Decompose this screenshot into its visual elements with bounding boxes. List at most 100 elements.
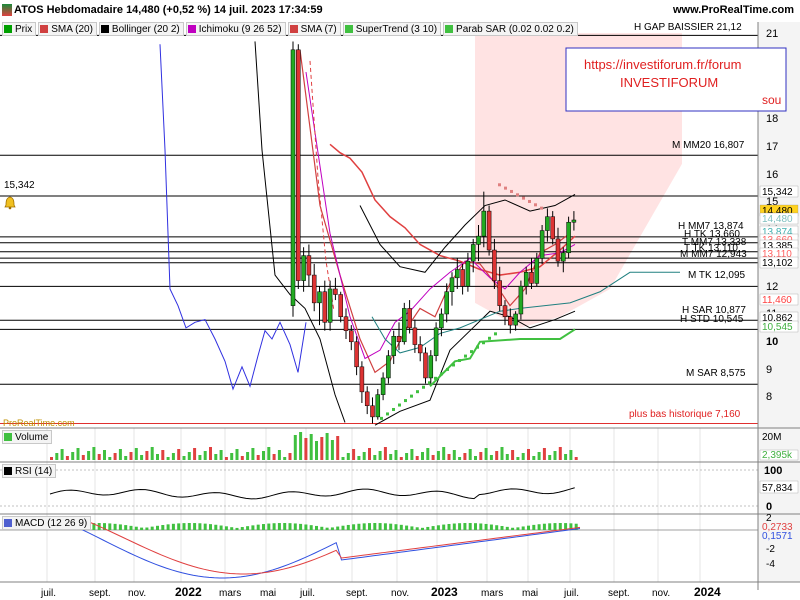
legend-item-supertrend[interactable]: SuperTrend (3 10) — [342, 22, 442, 36]
macd-hist-bar — [203, 523, 207, 530]
time-tick-label: mai — [260, 588, 276, 599]
candle-body — [433, 327, 439, 356]
left-level-label: 15,342 — [4, 180, 35, 191]
volume-tick-label: 2,395k — [762, 450, 793, 461]
sar-dot — [482, 341, 485, 345]
sar-dot — [470, 350, 473, 354]
price-tick-label: 9 — [766, 364, 772, 376]
macd-hist-bar — [500, 526, 504, 530]
candle-body — [508, 316, 513, 326]
macd-hist-bar — [187, 523, 191, 530]
macd-hist-bar — [288, 523, 292, 530]
time-tick-label: 2024 — [694, 585, 721, 599]
volume-bar — [399, 457, 403, 460]
macd-hist-bar — [161, 525, 165, 530]
macd-hist-bar — [426, 526, 430, 530]
volume-bar — [145, 451, 149, 460]
volume-bar — [124, 456, 128, 460]
sar-dot — [516, 193, 519, 197]
volume-bar — [235, 449, 239, 460]
macd-tick-label: 0,1571 — [762, 531, 793, 542]
price-tag-label: 11,460 — [762, 295, 792, 306]
legend-item-prix[interactable]: Prix — [2, 22, 37, 36]
volume-bar — [246, 452, 250, 460]
macd-hist-bar — [277, 523, 281, 530]
legend-item-ichimoku[interactable]: Ichimoku (9 26 52) — [185, 22, 286, 36]
candle-body — [359, 366, 365, 393]
macd-hist-bar — [224, 526, 228, 530]
chart-title: ATOS Hebdomadaire 14,480 (+0,52 %) 14 ju… — [14, 4, 323, 16]
volume-bar — [505, 454, 509, 460]
candle-body — [561, 252, 566, 262]
volume-bar — [352, 449, 356, 460]
macd-hist-bar — [421, 527, 424, 530]
macd-hist-bar — [209, 524, 212, 530]
indicator-legend: Prix SMA (20) Bollinger (20 2) Ichimoku … — [2, 22, 578, 36]
macd-hist-bar — [532, 524, 536, 530]
volume-bar — [262, 451, 265, 460]
volume-bar — [283, 457, 287, 460]
volume-bar — [182, 456, 186, 460]
macd-hist-bar — [484, 523, 488, 530]
legend-item-sma7[interactable]: SMA (7) — [287, 22, 341, 36]
macd-hist-bar — [474, 523, 477, 530]
logo-icon — [2, 4, 12, 16]
volume-bar — [214, 454, 218, 460]
price-tick-label: 18 — [766, 113, 778, 125]
rsi-tick-label: 57,834 — [762, 483, 793, 494]
sar-dot — [494, 332, 497, 336]
volume-bar — [267, 447, 271, 460]
volume-bar — [452, 450, 456, 460]
macd-hist-bar — [336, 526, 340, 530]
legend-swatch — [4, 519, 12, 527]
candle-body — [322, 291, 328, 323]
volume-panel-label[interactable]: Volume — [2, 430, 53, 444]
candle-body — [449, 277, 455, 292]
candle-body — [470, 244, 476, 262]
macd-hist-bar — [394, 524, 398, 530]
macd-hist-bar — [113, 523, 117, 530]
volume-tick-label: 20M — [762, 432, 781, 443]
candle-body — [380, 377, 386, 395]
candle-body — [306, 255, 312, 276]
sar-dot — [410, 394, 413, 398]
rsi-tick-label: 100 — [764, 465, 782, 477]
macd-hist-bar — [542, 523, 546, 530]
candle-body — [354, 341, 359, 368]
macd-hist-bar — [124, 525, 128, 530]
volume-bar — [495, 451, 499, 460]
rsi-panel-label[interactable]: RSI (14) — [2, 464, 57, 478]
volume-bar — [293, 435, 297, 460]
volume-bar — [336, 436, 340, 460]
sar-dot — [398, 403, 401, 407]
sar-dot — [476, 345, 479, 349]
macd-hist-bar — [458, 523, 462, 530]
candle-body — [391, 335, 396, 356]
legend-item-parabsar[interactable]: Parab SAR (0.02 0.02 0.2) — [443, 22, 578, 36]
volume-bar — [426, 448, 430, 460]
volume-bar — [537, 452, 541, 460]
macd-panel-label[interactable]: MACD (12 26 9) — [2, 516, 92, 530]
volume-bar — [304, 438, 308, 460]
sar-dot — [434, 376, 437, 380]
volume-bar — [383, 447, 387, 460]
volume-bar — [320, 437, 324, 460]
volume-label: Volume — [15, 431, 49, 443]
legend-item-sma20[interactable]: SMA (20) — [38, 22, 97, 36]
volume-bar — [484, 448, 488, 460]
volume-bar — [71, 452, 75, 460]
macd-hist-bar — [399, 524, 403, 530]
macd-hist-bar — [479, 523, 483, 530]
site-label[interactable]: www.ProRealTime.com — [673, 4, 794, 16]
candle-body — [476, 235, 481, 245]
time-tick-label: mai — [522, 588, 538, 599]
forum-url[interactable]: https://investiforum.fr/forum — [584, 57, 742, 72]
volume-bar — [542, 448, 546, 460]
macd-hist-bar — [415, 527, 419, 530]
volume-bar — [288, 453, 292, 460]
volume-bar — [203, 451, 207, 460]
legend-item-bollinger[interactable]: Bollinger (20 2) — [98, 22, 184, 36]
volume-bar — [309, 434, 313, 460]
volume-bar — [511, 450, 515, 460]
volume-bar — [299, 432, 303, 460]
